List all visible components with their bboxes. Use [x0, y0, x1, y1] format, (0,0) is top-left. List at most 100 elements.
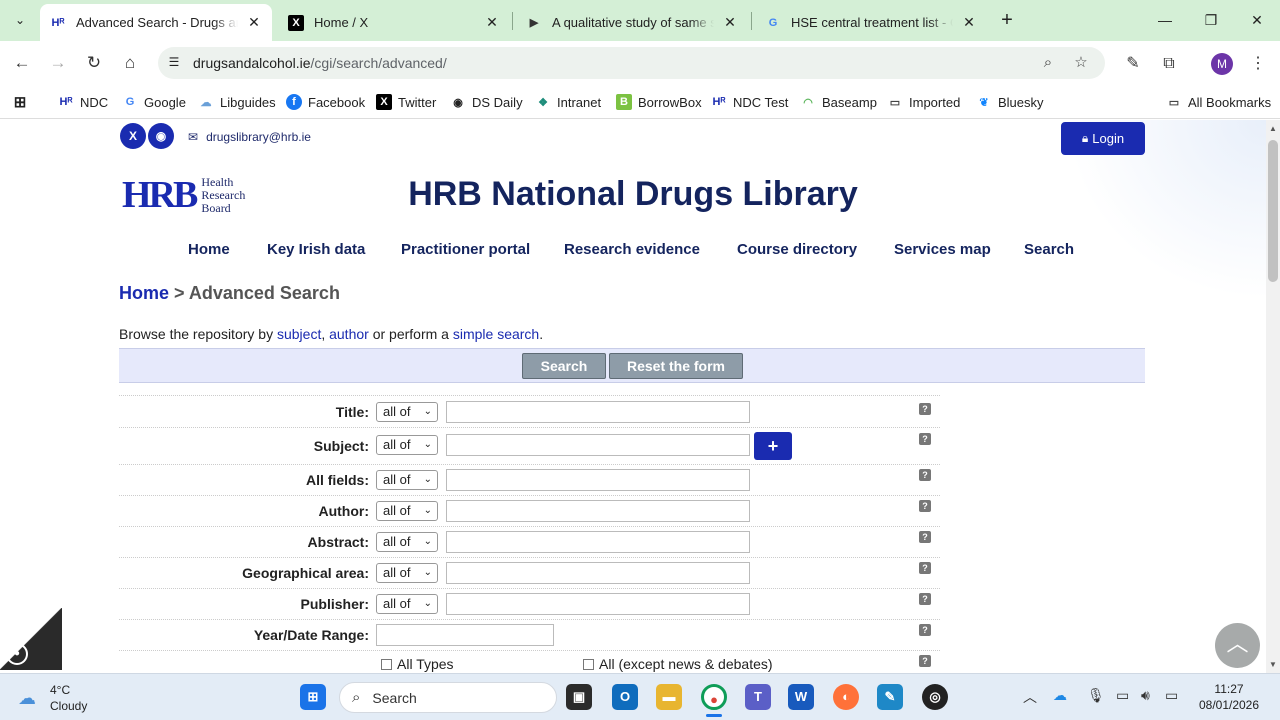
- file-explorer-icon[interactable]: ▬: [656, 684, 682, 710]
- page-scrollbar[interactable]: ▲ ▼: [1266, 120, 1280, 673]
- taskbar-search[interactable]: ⌕ Search: [339, 682, 557, 713]
- tab-qualitative-study[interactable]: ▶ A qualitative study of same sex ✕: [516, 4, 748, 41]
- scroll-up-icon[interactable]: ▲: [1268, 124, 1278, 133]
- word-icon[interactable]: W: [788, 684, 814, 710]
- volume-icon[interactable]: 🔊︎: [1141, 687, 1150, 704]
- nav-search[interactable]: Search: [1024, 241, 1074, 258]
- bookmark-ndc[interactable]: Hᴿ NDC: [58, 92, 109, 112]
- bookmark-borrowbox[interactable]: B BorrowBox: [616, 92, 702, 112]
- nav-key-irish-data[interactable]: Key Irish data: [267, 241, 365, 258]
- url-text[interactable]: drugsandalcohol.ie/cgi/search/advanced/: [193, 55, 447, 71]
- checkbox[interactable]: [381, 659, 392, 670]
- home-icon[interactable]: ⌂: [118, 51, 142, 75]
- help-icon[interactable]: ?: [919, 562, 931, 574]
- onedrive-icon[interactable]: ☁: [1053, 687, 1067, 704]
- network-icon[interactable]: ▭: [1116, 687, 1129, 704]
- battery-icon[interactable]: ▭: [1165, 687, 1178, 704]
- bookmark-libguides[interactable]: ☁ Libguides: [198, 92, 276, 112]
- all-types-option[interactable]: All Types: [381, 656, 454, 672]
- show-hidden-icons-icon[interactable]: ︿: [1023, 687, 1037, 707]
- bookmark-facebook[interactable]: f Facebook: [286, 92, 365, 112]
- tab-advanced-search[interactable]: Hᴿ Advanced Search - Drugs and Alcohol ✕: [40, 4, 272, 41]
- abstract-match-select[interactable]: all of ⌄: [376, 532, 438, 552]
- help-icon[interactable]: ?: [919, 433, 931, 445]
- x-social-icon[interactable]: X: [120, 123, 146, 149]
- bookmark-twitter[interactable]: X Twitter: [376, 92, 436, 112]
- minimize-icon[interactable]: —: [1150, 8, 1180, 32]
- help-icon[interactable]: ?: [919, 531, 931, 543]
- pen-icon[interactable]: ✎: [1122, 53, 1144, 75]
- nav-practitioner-portal[interactable]: Practitioner portal: [401, 241, 530, 258]
- reload-icon[interactable]: ↻: [82, 51, 106, 75]
- outlook-icon[interactable]: O: [612, 684, 638, 710]
- new-tab-icon[interactable]: +: [996, 9, 1018, 31]
- close-tab-icon[interactable]: ✕: [722, 14, 738, 31]
- email-link[interactable]: ✉ drugslibrary@hrb.ie: [188, 130, 311, 144]
- obs-icon[interactable]: ◎: [922, 684, 948, 710]
- forward-icon[interactable]: →: [46, 51, 70, 75]
- browse-author-link[interactable]: author: [329, 326, 369, 342]
- windows-start-icon[interactable]: ⊞: [300, 684, 326, 710]
- close-tab-icon[interactable]: ✕: [961, 14, 977, 31]
- reset-form-button[interactable]: Reset the form: [609, 353, 743, 379]
- extensions-icon[interactable]: ⧉: [1158, 53, 1180, 75]
- publisher-match-select[interactable]: all of ⌄: [376, 594, 438, 614]
- microphone-icon[interactable]: 🎙︎: [1087, 687, 1105, 704]
- bookmark-ds-daily[interactable]: ◉ DS Daily: [450, 92, 522, 112]
- subject-input[interactable]: [446, 434, 750, 456]
- all-except-news-option[interactable]: All (except news & debates): [583, 656, 773, 672]
- author-match-select[interactable]: all of ⌄: [376, 501, 438, 521]
- close-window-icon[interactable]: ✕: [1242, 8, 1272, 32]
- profile-avatar[interactable]: M: [1211, 53, 1233, 75]
- subject-match-select[interactable]: all of ⌄: [376, 435, 438, 455]
- menu-icon[interactable]: ⋮: [1247, 53, 1269, 75]
- publisher-input[interactable]: [446, 593, 750, 615]
- task-view-icon[interactable]: ▣: [566, 684, 592, 710]
- bookmark-imported[interactable]: ▭ Imported: [887, 92, 961, 112]
- geo-area-input[interactable]: [446, 562, 750, 584]
- nav-home[interactable]: Home: [188, 241, 230, 258]
- browse-subject-link[interactable]: subject: [277, 326, 321, 342]
- title-input[interactable]: [446, 401, 750, 423]
- title-match-select[interactable]: all of ⌄: [376, 402, 438, 422]
- cookie-icon[interactable]: ●: [6, 643, 28, 665]
- tab-search-icon[interactable]: ⌄: [8, 8, 32, 32]
- bookmark-intranet[interactable]: ❖ Intranet: [535, 92, 601, 112]
- close-tab-icon[interactable]: ✕: [484, 14, 500, 31]
- help-icon[interactable]: ?: [919, 403, 931, 415]
- bookmark-ndc-test[interactable]: Hᴿ NDC Test: [711, 92, 789, 112]
- help-icon[interactable]: ?: [919, 593, 931, 605]
- help-icon[interactable]: ?: [919, 624, 931, 636]
- geo-area-match-select[interactable]: all of ⌄: [376, 563, 438, 583]
- close-tab-icon[interactable]: ✕: [246, 14, 262, 31]
- help-icon[interactable]: ?: [919, 655, 931, 667]
- restore-icon[interactable]: ❐: [1196, 8, 1226, 32]
- nav-services-map[interactable]: Services map: [894, 241, 991, 258]
- zoom-icon[interactable]: ⌕: [1038, 53, 1058, 73]
- address-bar[interactable]: ☰ drugsandalcohol.ie/cgi/search/advanced…: [158, 47, 1105, 79]
- add-subject-button[interactable]: +: [754, 432, 792, 460]
- nav-course-directory[interactable]: Course directory: [737, 241, 857, 258]
- back-icon[interactable]: ←: [10, 51, 34, 75]
- teams-icon[interactable]: T: [745, 684, 771, 710]
- help-icon[interactable]: ?: [919, 469, 931, 481]
- scroll-thumb[interactable]: [1268, 140, 1278, 282]
- search-button[interactable]: Search: [522, 353, 606, 379]
- apps-grid-icon[interactable]: ⊞: [12, 92, 34, 112]
- tab-home-x[interactable]: X Home / X ✕: [278, 4, 510, 41]
- all-fields-match-select[interactable]: all of ⌄: [376, 470, 438, 490]
- site-info-icon[interactable]: ☰: [166, 55, 182, 71]
- date-range-input[interactable]: [376, 624, 554, 646]
- app-icon[interactable]: ✎: [877, 684, 903, 710]
- help-icon[interactable]: ?: [919, 500, 931, 512]
- system-clock[interactable]: 11:27 08/01/2026: [1196, 681, 1262, 713]
- author-input[interactable]: [446, 500, 750, 522]
- firefox-icon[interactable]: ◐: [833, 684, 859, 710]
- all-bookmarks[interactable]: ▭ All Bookmarks: [1166, 92, 1271, 112]
- bookmark-google[interactable]: G Google: [122, 92, 186, 112]
- email-text[interactable]: drugslibrary@hrb.ie: [206, 130, 311, 144]
- tab-hse-list[interactable]: G HSE central treatment list - Google ✕: [755, 4, 987, 41]
- breadcrumb-home[interactable]: Home: [119, 283, 169, 303]
- all-fields-input[interactable]: [446, 469, 750, 491]
- login-button[interactable]: 🔒︎ Login: [1061, 122, 1145, 155]
